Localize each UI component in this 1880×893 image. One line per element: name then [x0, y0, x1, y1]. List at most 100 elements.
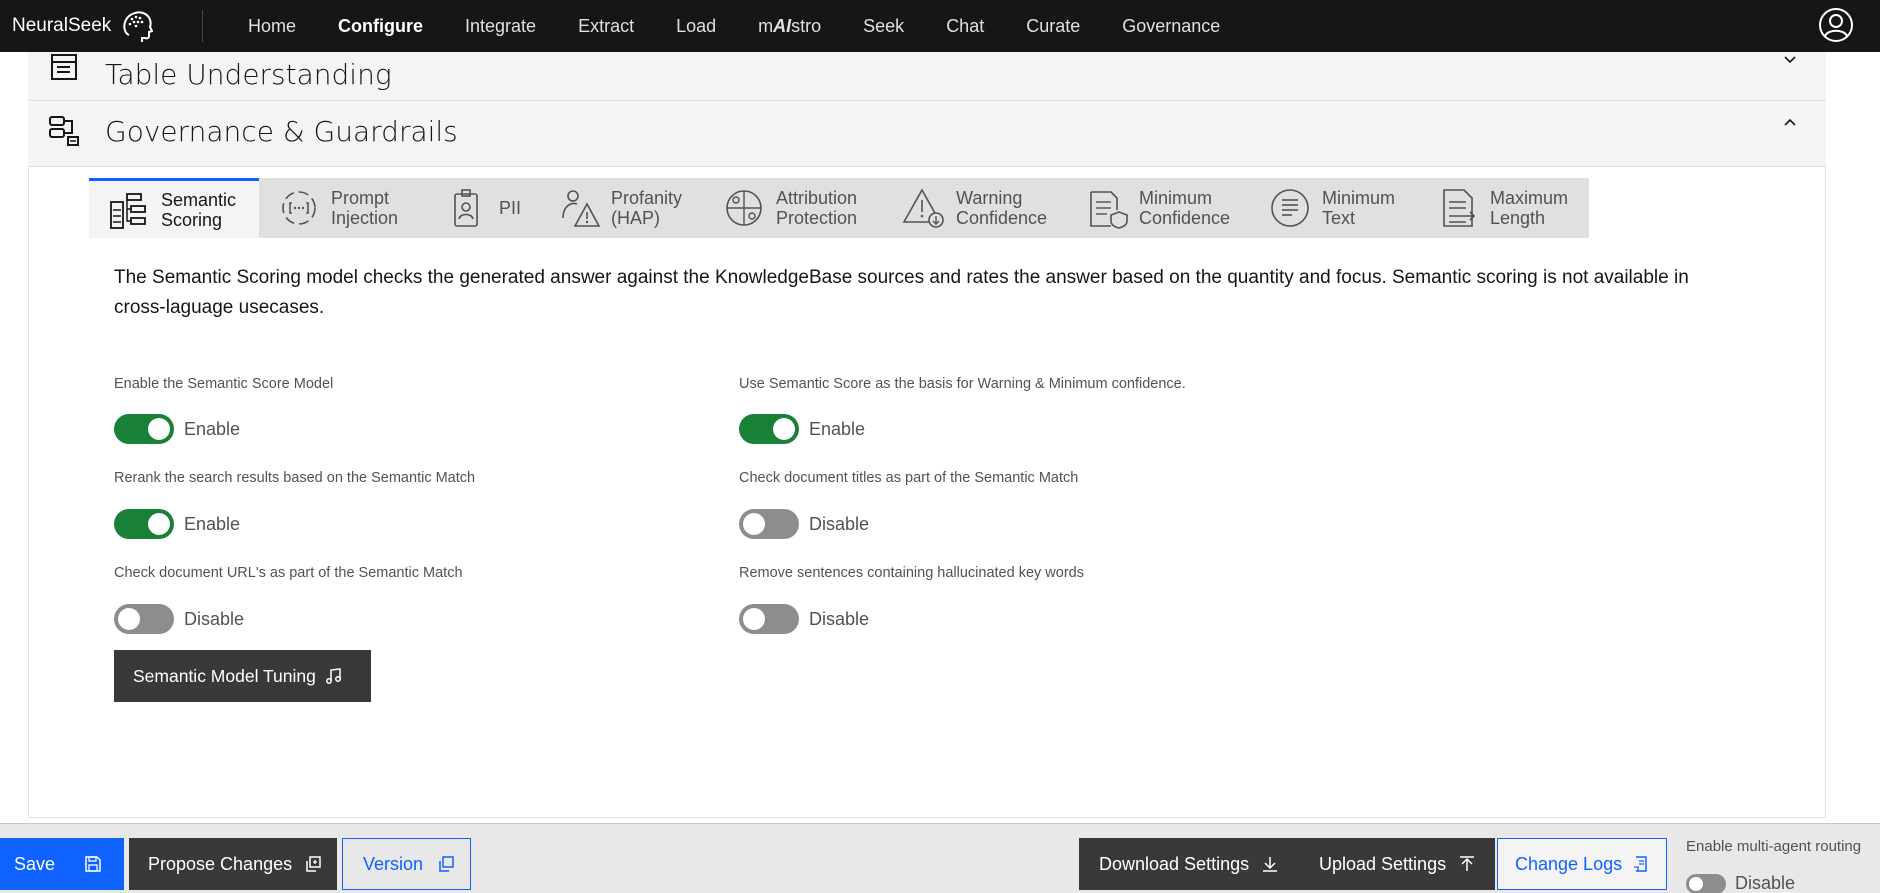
tab-prompt-injection[interactable]: Prompt Injection — [259, 178, 427, 238]
tab-label: Warning Confidence — [956, 188, 1048, 228]
change-log-icon — [1634, 856, 1647, 872]
nav-extract-label: Extract — [578, 15, 635, 36]
tab-label: Semantic Scoring — [161, 189, 237, 230]
tab-label: Minimum Text — [1322, 188, 1396, 228]
toggle-document-titles[interactable] — [739, 509, 799, 539]
nav-configure-label: Configure — [338, 15, 424, 36]
field-label-document-urls: Check document URL's as part of the Sema… — [114, 565, 463, 581]
propose-changes-button[interactable]: Propose Changes — [129, 838, 337, 890]
upload-settings-button[interactable]: Upload Settings — [1299, 838, 1495, 890]
nav-maistro-post: stro — [791, 15, 822, 36]
nav-maistro[interactable]: m AI stro — [737, 0, 842, 52]
nav-extract[interactable]: Extract — [557, 0, 655, 52]
nav-governance-label: Governance — [1122, 15, 1221, 36]
tab-profanity[interactable]: Profanity (HAP) — [539, 178, 704, 238]
save-icon — [85, 856, 101, 872]
nav-maistro-pre: m — [758, 15, 774, 36]
tab-maximum-length[interactable]: Maximum Length — [1418, 178, 1589, 238]
profanity-icon — [562, 190, 601, 227]
toggle-multi-agent-routing[interactable] — [1686, 874, 1726, 893]
tab-label: Attribution Protection — [776, 188, 858, 228]
toggle-knob — [148, 513, 170, 535]
toggle-state-text: Disable — [184, 609, 245, 629]
change-logs-button[interactable]: Change Logs — [1497, 838, 1667, 890]
copy-icon — [306, 856, 321, 872]
music-note-icon — [325, 668, 341, 684]
tab-warning-confidence[interactable]: Warning Confidence — [884, 178, 1067, 238]
semantic-model-tuning-button[interactable]: Semantic Model Tuning — [114, 650, 371, 702]
versions-icon — [439, 856, 454, 872]
warning-icon — [902, 188, 944, 228]
attribution-icon — [726, 190, 762, 226]
tab-label: Prompt Injection — [331, 188, 399, 228]
field-label-rerank: Rerank the search results based on the S… — [114, 470, 476, 486]
accordion-title: Table Understanding — [105, 58, 392, 91]
toggle-remove-hallucinated[interactable] — [739, 604, 799, 634]
toggle-semantic-basis[interactable] — [739, 414, 799, 444]
table-icon — [51, 54, 77, 80]
nav-curate-label: Curate — [1026, 15, 1081, 36]
chevron-up-icon[interactable] — [1782, 115, 1798, 131]
field-label-hallucinated-words: Remove sentences containing hallucinated… — [739, 565, 1084, 581]
toggle-state-text: Disable — [809, 514, 870, 534]
nav-home[interactable]: Home — [227, 0, 317, 52]
top-nav: NeuralSeek Home Configure Integrate Extr… — [0, 0, 1880, 52]
toggle-document-urls[interactable] — [114, 604, 174, 634]
nav-load-label: Load — [676, 15, 717, 36]
nav-maistro-ai: AI — [773, 15, 792, 36]
toggle-knob — [743, 513, 765, 535]
minimum-text-icon — [1271, 189, 1309, 227]
toggle-enable-semantic-score[interactable] — [114, 414, 174, 444]
nav-integrate[interactable]: Integrate — [444, 0, 557, 52]
nav-curate[interactable]: Curate — [1005, 0, 1101, 52]
toggle-state-text: Disable — [809, 609, 870, 629]
user-avatar-icon[interactable] — [1818, 7, 1854, 43]
accordion-governance[interactable]: Governance & Guardrails — [28, 101, 1826, 167]
tab-minimum-confidence[interactable]: Minimum Confidence — [1067, 178, 1250, 238]
nav-governance[interactable]: Governance — [1101, 0, 1241, 52]
button-label: Semantic Model Tuning — [133, 665, 316, 686]
settings-accordion: Table Understanding Governance & Guardra… — [28, 52, 1826, 818]
minimum-confidence-icon — [1090, 191, 1128, 229]
tab-attribution-protection[interactable]: Attribution Protection — [704, 178, 884, 238]
upload-icon — [1460, 856, 1475, 871]
button-label: Change Logs — [1515, 853, 1623, 874]
accordion-table-understanding[interactable]: Table Understanding — [28, 52, 1826, 101]
toggle-rerank-results[interactable] — [114, 509, 174, 539]
chevron-down-icon[interactable] — [1782, 52, 1798, 68]
download-settings-button[interactable]: Download Settings — [1079, 838, 1283, 890]
nav-load[interactable]: Load — [655, 0, 737, 52]
toggle-state-text: Enable — [184, 514, 241, 534]
pii-icon — [454, 189, 478, 227]
toggle-knob — [148, 418, 170, 440]
tab-label: PII — [499, 198, 522, 218]
tab-minimum-text[interactable]: Minimum Text — [1250, 178, 1418, 238]
field-label-document-titles: Check document titles as part of the Sem… — [739, 470, 1079, 486]
toggle-state-text: Enable — [184, 419, 241, 439]
toggle-knob — [1689, 877, 1703, 891]
brand[interactable]: NeuralSeek — [0, 0, 200, 52]
nav-integrate-label: Integrate — [465, 15, 537, 36]
nav-chat[interactable]: Chat — [925, 0, 1005, 52]
maximum-length-icon — [1443, 189, 1476, 227]
tab-label: Maximum Length — [1490, 188, 1569, 228]
tab-label: Minimum Confidence — [1139, 188, 1231, 228]
brand-name: NeuralSeek — [12, 15, 112, 36]
version-button[interactable]: Version — [342, 838, 471, 890]
nav-seek[interactable]: Seek — [842, 0, 925, 52]
save-button[interactable]: Save — [0, 838, 124, 890]
toggle-knob — [773, 418, 795, 440]
nav-configure[interactable]: Configure — [317, 0, 444, 52]
button-label: Version — [363, 853, 424, 874]
nav-home-label: Home — [248, 15, 297, 36]
guardrails-icon — [49, 116, 79, 146]
tab-pii[interactable]: PII — [427, 178, 539, 238]
nav-seek-label: Seek — [863, 15, 905, 36]
field-label-enable-semantic: Enable the Semantic Score Model — [114, 376, 334, 392]
tab-semantic-scoring[interactable]: Semantic Scoring — [89, 178, 259, 238]
field-label-semantic-basis: Use Semantic Score as the basis for Warn… — [739, 376, 1186, 392]
toggle-knob — [743, 608, 765, 630]
brain-logo-icon — [123, 11, 154, 42]
toggle-state-text: Disable — [1735, 873, 1796, 893]
bottom-action-bar: Save Propose Changes Version Download Se… — [0, 823, 1880, 893]
